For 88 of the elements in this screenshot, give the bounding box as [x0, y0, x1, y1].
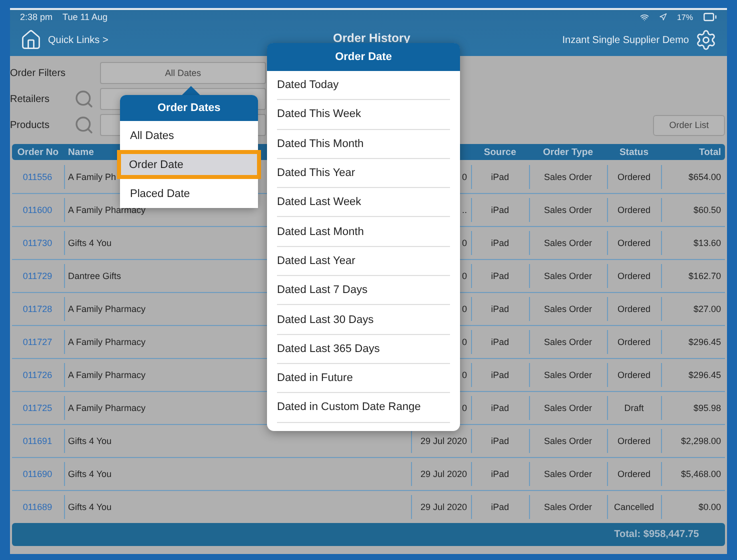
order-source: iPad: [471, 297, 529, 321]
column-header: Total: [698, 146, 722, 158]
order-total: $5,468.00: [661, 462, 725, 486]
order-total: $296.45: [661, 330, 725, 354]
order-type: Sales Order: [529, 363, 607, 387]
account-name: Inzant Single Supplier Demo: [562, 34, 689, 46]
order-type: Sales Order: [529, 231, 607, 255]
order-source: iPad: [471, 396, 529, 420]
date-range-option[interactable]: Dated Last Week: [277, 188, 450, 218]
order-source: iPad: [471, 429, 529, 453]
order-status: Ordered: [607, 330, 661, 354]
battery-icon: [703, 10, 717, 24]
order-source: iPad: [471, 165, 529, 189]
column-header: Order Type: [542, 146, 594, 158]
order-status: Ordered: [607, 363, 661, 387]
home-icon[interactable]: [20, 29, 42, 51]
column-header: Source: [482, 146, 518, 158]
order-status: Ordered: [607, 198, 661, 222]
date-range-option[interactable]: Dated in Custom Date Range: [277, 393, 450, 423]
order-total: $27.00: [661, 297, 725, 321]
order-type: Sales Order: [529, 495, 607, 519]
order-source: iPad: [471, 363, 529, 387]
date-range-option[interactable]: Dated This Year: [277, 158, 450, 188]
order-type: Sales Order: [529, 198, 607, 222]
column-header: Name: [67, 146, 95, 158]
popover-title: Order Date: [267, 43, 460, 71]
order-source: iPad: [471, 330, 529, 354]
order-type: Sales Order: [529, 297, 607, 321]
order-total: $60.50: [661, 198, 725, 222]
date-range-option[interactable]: Dated This Month: [277, 130, 450, 159]
date-filter-button[interactable]: All Dates: [100, 62, 266, 84]
customer-name: Gifts 4 You: [64, 462, 411, 486]
order-total: $162.70: [661, 264, 725, 288]
date-type-option[interactable]: Placed Date: [120, 179, 258, 208]
order-status: Ordered: [607, 297, 661, 321]
popover-title: Order Dates: [120, 95, 258, 121]
column-header: Status: [618, 146, 650, 158]
date-type-option[interactable]: Order Date: [117, 150, 261, 179]
order-total: $654.00: [661, 165, 725, 189]
order-total: $0.00: [661, 495, 725, 519]
date-range-option[interactable]: Dated Last 7 Days: [277, 276, 450, 306]
battery-level: 17%: [676, 12, 693, 22]
order-type: Sales Order: [529, 165, 607, 189]
order-status: Ordered: [607, 429, 661, 453]
date-range-option[interactable]: Dated in Future: [277, 364, 450, 394]
date-range-option[interactable]: Dated Today: [277, 71, 450, 100]
order-status: Cancelled: [607, 495, 661, 519]
order-source: iPad: [471, 231, 529, 255]
order-type: Sales Order: [529, 462, 607, 486]
order-type: Sales Order: [529, 396, 607, 420]
column-header: Order No: [16, 146, 60, 158]
wifi-icon: [640, 12, 649, 22]
order-status: Ordered: [607, 462, 661, 486]
filter-label: Order Filters: [10, 68, 67, 78]
customer-name: Gifts 4 You: [64, 495, 411, 519]
settings-icon[interactable]: [695, 29, 717, 51]
order-type: Sales Order: [529, 330, 607, 354]
date-range-option[interactable]: Dated Last 365 Days: [277, 334, 450, 364]
order-source: iPad: [471, 462, 529, 486]
filter-label: Products: [10, 120, 50, 130]
date-range-option[interactable]: Dated This Week: [277, 100, 450, 130]
order-type: Sales Order: [529, 264, 607, 288]
filter-label: Retailers: [10, 94, 50, 104]
total-bar: Total: $958,447.75: [12, 523, 725, 546]
location-icon: [658, 13, 667, 21]
order-status: Draft: [607, 396, 661, 420]
date-type-option[interactable]: All Dates: [120, 121, 258, 150]
order-status: Ordered: [607, 264, 661, 288]
order-status: Ordered: [607, 231, 661, 255]
status-time: 2:38 pm: [20, 12, 53, 22]
status-date: Tue 11 Aug: [62, 12, 108, 22]
order-date: 29 Jul 2020: [411, 495, 471, 519]
order-source: iPad: [471, 495, 529, 519]
page-title: Order History: [333, 31, 410, 45]
date-range-option[interactable]: Dated Last 30 Days: [277, 305, 450, 335]
order-list-button[interactable]: Order List: [653, 114, 725, 136]
order-type: Sales Order: [529, 429, 607, 453]
order-status: Ordered: [607, 165, 661, 189]
date-range-option[interactable]: Dated Last Year: [277, 246, 450, 276]
order-total: $2,298.00: [661, 429, 725, 453]
quick-links-link[interactable]: Quick Links >: [48, 34, 108, 46]
order-source: iPad: [471, 264, 529, 288]
date-range-option[interactable]: Dated Last Month: [277, 217, 450, 247]
order-total: $13.60: [661, 231, 725, 255]
order-date: 29 Jul 2020: [411, 462, 471, 486]
order-source: iPad: [471, 198, 529, 222]
order-total: $95.98: [661, 396, 725, 420]
order-total: $296.45: [661, 363, 725, 387]
